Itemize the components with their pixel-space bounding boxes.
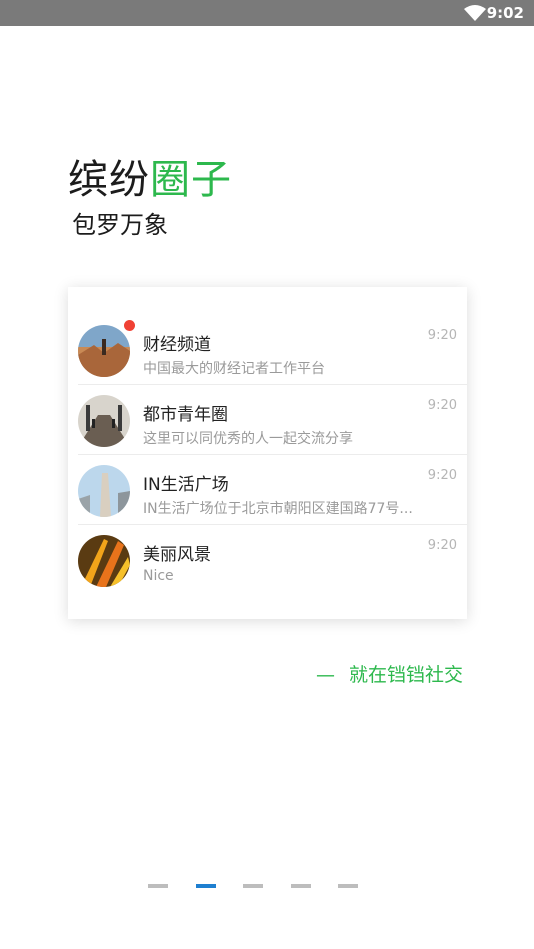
avatar-youth <box>78 395 130 447</box>
chat-preview-card: 财经频道 中国最大的财经记者工作平台 9:20 都市青年圈 这里可以同优秀的人一… <box>68 287 467 619</box>
chat-desc: 这里可以同优秀的人一起交流分享 <box>143 431 353 447</box>
tagline-dash: — <box>315 664 335 686</box>
chat-time: 9:20 <box>427 328 457 343</box>
chat-row-youth[interactable]: 都市青年圈 这里可以同优秀的人一起交流分享 9:20 <box>68 385 467 455</box>
chat-title: 财经频道 <box>143 335 211 355</box>
chat-row-in-life[interactable]: IN生活广场 IN生活广场位于北京市朝阳区建国路77号... 9:20 <box>68 455 467 525</box>
headline-accent: 圈子 <box>150 157 232 203</box>
tagline: — 就在铛铛社交 <box>316 660 463 687</box>
chat-title: IN生活广场 <box>143 475 229 495</box>
page-dot[interactable] <box>338 884 358 888</box>
unread-dot <box>124 320 135 331</box>
page-dot[interactable] <box>291 884 311 888</box>
page-indicator <box>148 884 358 888</box>
page-dot[interactable] <box>243 884 263 888</box>
chat-desc: Nice <box>143 568 174 584</box>
page-dot[interactable] <box>148 884 168 888</box>
headline: 缤纷圈子 <box>68 156 232 204</box>
chat-time: 9:20 <box>427 468 457 483</box>
chat-desc: 中国最大的财经记者工作平台 <box>143 361 325 377</box>
avatar-finance <box>78 325 130 377</box>
chat-desc: IN生活广场位于北京市朝阳区建国路77号... <box>143 501 413 517</box>
wifi-icon <box>464 5 486 21</box>
tagline-text: 就在铛铛社交 <box>348 664 463 686</box>
chat-time: 9:20 <box>427 538 457 553</box>
avatar-in-life <box>78 465 130 517</box>
status-time: 9:02 <box>486 4 524 22</box>
chat-time: 9:20 <box>427 398 457 413</box>
page-dot-active[interactable] <box>196 884 216 888</box>
chat-row-finance[interactable]: 财经频道 中国最大的财经记者工作平台 9:20 <box>68 315 467 385</box>
chat-title: 都市青年圈 <box>143 405 228 425</box>
chat-row-scenery[interactable]: 美丽风景 Nice 9:20 <box>68 525 467 595</box>
headline-part1: 缤纷 <box>68 157 150 203</box>
chat-title: 美丽风景 <box>143 545 211 565</box>
status-bar: 9:02 <box>0 0 534 26</box>
subheadline: 包罗万象 <box>72 211 168 239</box>
avatar-scenery <box>78 535 130 587</box>
